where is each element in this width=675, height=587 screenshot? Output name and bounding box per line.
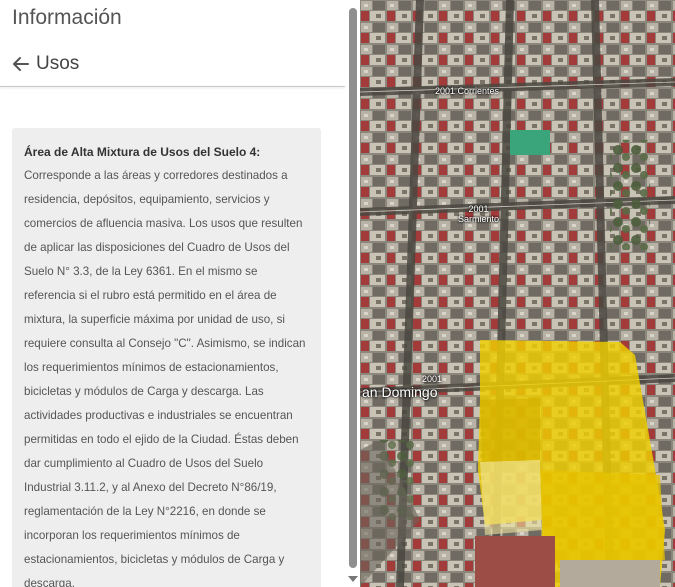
back-to-usos-button[interactable]: Usos: [12, 52, 79, 76]
street-name-san-domingo: an Domingo: [362, 384, 438, 400]
street-number-2: 2001: [468, 204, 489, 214]
scroll-down-arrow-icon[interactable]: [348, 576, 358, 582]
panel-title: Información: [12, 6, 122, 29]
divider: [0, 86, 345, 87]
back-label: Usos: [36, 53, 80, 74]
zone-description-card: Área de Alta Mixtura de Usos del Suelo 4…: [12, 128, 321, 587]
zone-heading: Área de Alta Mixtura de Usos del Suelo 4…: [24, 145, 261, 159]
aerial-map: [360, 0, 675, 587]
info-panel: Información Usos Área de Alta Mixtura de…: [0, 0, 360, 587]
map-view[interactable]: 2001 Corrientes 2001 Sarmiento 2001 an D…: [360, 0, 675, 587]
street-number-3: 2001: [422, 374, 443, 384]
scrollbar-thumb[interactable]: [349, 8, 357, 568]
street-name-sarmiento: Sarmiento: [458, 214, 500, 224]
street-number-1: 2001: [435, 86, 456, 96]
zone-description: Corresponde a las áreas y corredores des…: [24, 169, 306, 587]
street-name-corrientes: Corrientes: [457, 86, 500, 96]
arrow-left-icon: [13, 57, 29, 71]
